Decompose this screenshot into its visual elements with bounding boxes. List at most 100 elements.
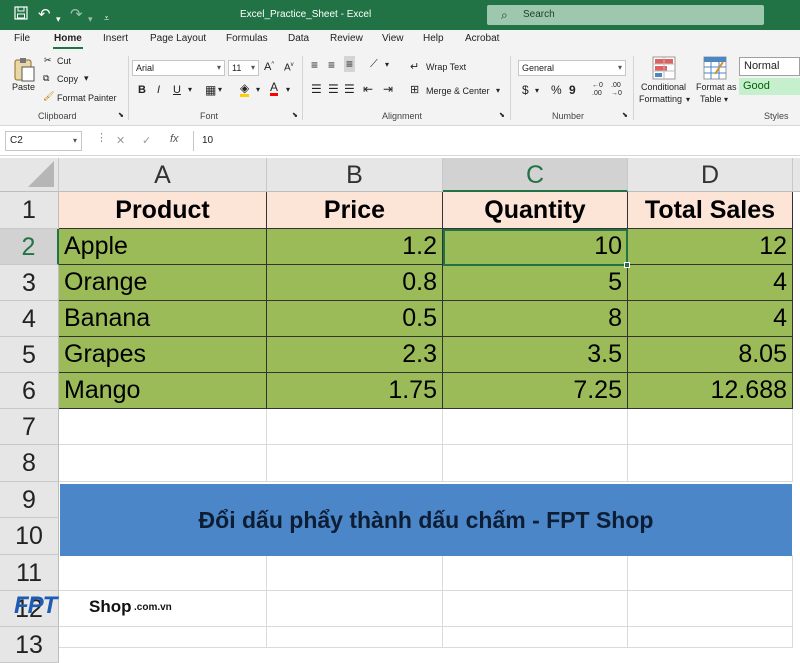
cell-c2[interactable]: 10 [443, 229, 628, 265]
column-header-d[interactable]: D [628, 158, 793, 192]
tab-file[interactable]: File [14, 33, 30, 44]
align-top-icon[interactable]: ≡ [311, 58, 318, 72]
column-header-e[interactable] [793, 158, 800, 192]
empty-cell[interactable] [443, 555, 628, 591]
cell-b4[interactable]: 0.5 [267, 301, 443, 337]
empty-cell[interactable] [59, 627, 267, 648]
font-color-dropdown-icon[interactable]: ▾ [286, 85, 290, 94]
font-name-select[interactable]: Arial ▾ [132, 60, 225, 76]
cell-b6[interactable]: 1.75 [267, 373, 443, 409]
column-header-a[interactable]: A [59, 158, 267, 192]
tab-insert[interactable]: Insert [103, 33, 128, 44]
currency-dropdown-icon[interactable]: ▾ [535, 86, 539, 95]
row-header-7[interactable]: 7 [0, 409, 59, 445]
conditional-formatting-icon[interactable] [652, 56, 676, 82]
column-header-c[interactable]: C [443, 158, 628, 192]
cell-a5[interactable]: Grapes [59, 337, 267, 373]
empty-cell[interactable] [628, 409, 793, 445]
formula-input[interactable]: 10 [193, 131, 800, 151]
paste-button[interactable]: Paste [12, 82, 35, 92]
empty-cell[interactable] [267, 409, 443, 445]
enter-icon[interactable]: ✓ [142, 134, 151, 147]
cell-b2[interactable]: 1.2 [267, 229, 443, 265]
decrease-font-size-icon[interactable]: Av [284, 62, 294, 73]
font-size-select[interactable]: 11 ▾ [228, 60, 259, 76]
underline-icon[interactable]: U [173, 84, 181, 96]
merge-center-icon[interactable]: ⊞ [410, 83, 419, 96]
empty-cell[interactable] [628, 445, 793, 482]
wrap-text-icon[interactable]: ↵ [410, 60, 419, 73]
cut-button[interactable]: Cut [57, 56, 71, 66]
cell-c5[interactable]: 3.5 [443, 337, 628, 373]
cell-a3[interactable]: Orange [59, 265, 267, 301]
redo-dropdown-icon[interactable]: ▾ [88, 10, 93, 28]
empty-cell[interactable] [443, 591, 628, 627]
cell-c6[interactable]: 7.25 [443, 373, 628, 409]
cell-a4[interactable]: Banana [59, 301, 267, 337]
cell-d1[interactable]: Total Sales [628, 192, 793, 229]
cell-d2[interactable]: 12 [628, 229, 793, 265]
cell-c4[interactable]: 8 [443, 301, 628, 337]
row-header-4[interactable]: 4 [0, 301, 59, 337]
cell-b3[interactable]: 0.8 [267, 265, 443, 301]
increase-font-size-icon[interactable]: A^ [264, 61, 274, 73]
fill-color-dropdown-icon[interactable]: ▾ [256, 85, 260, 94]
increase-decimal-icon[interactable]: ←0.00 [592, 82, 603, 98]
tab-acrobat[interactable]: Acrobat [465, 33, 499, 44]
increase-indent-icon[interactable]: ⇥ [383, 82, 393, 96]
empty-cell[interactable] [628, 591, 793, 627]
decrease-decimal-icon[interactable]: .00 →0 [611, 82, 622, 98]
empty-cell[interactable] [267, 445, 443, 482]
cell-b1[interactable]: Price [267, 192, 443, 229]
tab-help[interactable]: Help [423, 33, 444, 44]
empty-cell[interactable] [59, 409, 267, 445]
row-header-1[interactable]: 1 [0, 192, 59, 229]
row-header-13[interactable]: 13 [0, 627, 59, 663]
row-header-3[interactable]: 3 [0, 265, 59, 301]
alignment-launcher-icon[interactable]: ⬊ [499, 111, 505, 119]
cell-c1[interactable]: Quantity [443, 192, 628, 229]
copy-button[interactable]: Copy [57, 74, 78, 84]
row-header-8[interactable]: 8 [0, 445, 59, 482]
format-as-table-button[interactable]: Format as [696, 82, 737, 92]
italic-icon[interactable]: I [157, 84, 160, 96]
row-header-11[interactable]: 11 [0, 555, 59, 591]
undo-dropdown-icon[interactable]: ▾ [56, 10, 61, 28]
font-launcher-icon[interactable]: ⬊ [292, 111, 298, 119]
conditional-formatting-button[interactable]: Conditional [641, 82, 686, 92]
wrap-text-button[interactable]: Wrap Text [426, 62, 466, 72]
cell-a1[interactable]: Product [59, 192, 267, 229]
underline-dropdown-icon[interactable]: ▾ [188, 85, 192, 94]
bold-icon[interactable]: B [138, 84, 146, 96]
row-header-2[interactable]: 2 [0, 229, 59, 265]
cell-d6[interactable]: 12.688 [628, 373, 793, 409]
redo-icon[interactable]: ↷ [70, 6, 83, 24]
align-bottom-icon[interactable]: ≡ [344, 56, 356, 72]
clipboard-launcher-icon[interactable]: ⬊ [118, 111, 124, 119]
cell-c3[interactable]: 5 [443, 265, 628, 301]
format-painter-icon[interactable]: 🖌 [43, 91, 54, 102]
orientation-dropdown-icon[interactable]: ▾ [385, 60, 389, 69]
search-box[interactable]: ⌕ Search [487, 5, 764, 25]
currency-icon[interactable]: $ [522, 83, 529, 97]
borders-dropdown-icon[interactable]: ▾ [218, 85, 222, 94]
copy-dropdown-icon[interactable]: ▾ [84, 73, 89, 84]
name-box[interactable]: C2 ▾ [5, 131, 82, 151]
merge-dropdown-icon[interactable]: ▾ [496, 86, 500, 95]
conditional-dropdown-icon[interactable]: ▾ [686, 95, 690, 104]
cell-d4[interactable]: 4 [628, 301, 793, 337]
tab-review[interactable]: Review [330, 33, 363, 44]
format-painter-button[interactable]: Format Painter [57, 93, 117, 103]
borders-icon[interactable]: ▦ [205, 83, 216, 97]
format-as-table-icon[interactable] [703, 56, 727, 82]
number-format-select[interactable]: General ▾ [518, 60, 626, 76]
cell-d3[interactable]: 4 [628, 265, 793, 301]
empty-cell[interactable] [267, 627, 443, 648]
copy-icon[interactable]: ⧉ [43, 73, 49, 84]
cancel-icon[interactable]: ✕ [116, 134, 125, 147]
paste-icon[interactable] [12, 56, 36, 84]
empty-cell[interactable] [267, 555, 443, 591]
number-launcher-icon[interactable]: ⬊ [622, 111, 628, 119]
undo-icon[interactable]: ↶ [38, 6, 51, 24]
percent-icon[interactable]: % [551, 83, 562, 97]
